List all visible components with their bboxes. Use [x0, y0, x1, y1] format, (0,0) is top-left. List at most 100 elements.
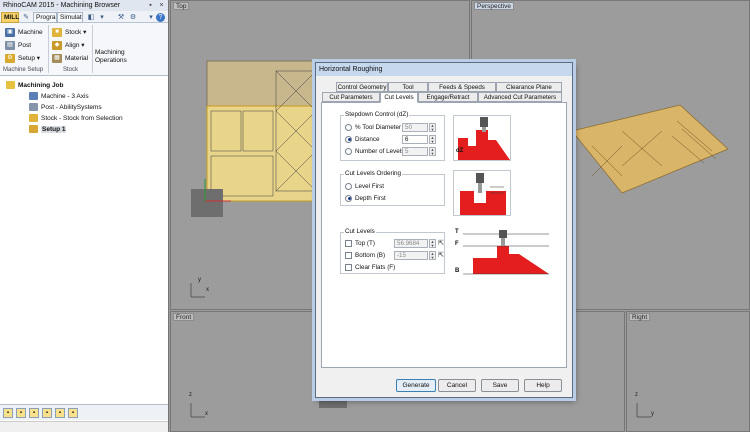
distance-field[interactable]: 6 — [402, 135, 428, 144]
top-spinner[interactable]: ▲ ▼ — [429, 239, 436, 248]
ribbon-divider — [92, 25, 93, 73]
tree-item-post[interactable]: Post - AbilitySystems — [29, 103, 102, 113]
ordering-depth-first-option[interactable]: Depth First — [345, 194, 386, 203]
tab-engage-retract[interactable]: Engage/Retract — [418, 92, 478, 102]
tab-program[interactable]: Program — [33, 12, 57, 23]
machine-icon: ▣ — [5, 28, 15, 37]
machining-operations-button[interactable]: Machining Operations — [95, 49, 127, 65]
tool-diameter-spinner[interactable]: ▲ ▼ — [429, 123, 436, 132]
radio-distance[interactable] — [345, 135, 352, 143]
stepdown-distance-option[interactable]: Distance — [345, 135, 380, 144]
post-icon — [29, 103, 38, 112]
group-stock: Stock — [63, 67, 79, 73]
machine-button[interactable]: ▣ Machine — [5, 27, 43, 38]
ribbon-divider — [48, 25, 49, 73]
tab-clearance-plane[interactable]: Clearance Plane — [496, 82, 562, 92]
machining-job-tree: Machining Job Machine - 3 Axis Post - Ab… — [0, 77, 168, 402]
toolbar-icon[interactable]: ▪ — [16, 408, 26, 418]
ordering-group-label: Cut Levels Ordering — [344, 170, 402, 177]
toolbar-icon[interactable]: ▪ — [55, 408, 65, 418]
option-label: Depth First — [355, 195, 386, 202]
ribbon: ▣ Machine ▤ Post ⚙ Setup ▾ ■ Stock ▾ ◆ A… — [0, 23, 168, 76]
bottom-checkbox-row[interactable]: Bottom (B) — [345, 251, 385, 260]
help-icon[interactable]: ? — [156, 13, 165, 22]
tree-root[interactable]: Machining Job — [6, 81, 64, 91]
number-of-levels-spinner[interactable]: ▲ ▼ — [429, 147, 436, 156]
tab-mill[interactable]: MILL — [1, 12, 19, 23]
dropdown-icon[interactable]: ▾ — [97, 13, 107, 22]
cut-levels-panel: Stepdown Control (dZ) % Tool Diameter 50… — [321, 102, 567, 368]
top-field[interactable]: 56.9684 — [394, 239, 428, 248]
ordering-level-first-option[interactable]: Level First — [345, 182, 384, 191]
layers-icon[interactable]: ◧ — [86, 13, 96, 22]
distance-spinner[interactable]: ▲ ▼ — [429, 135, 436, 144]
clear-flats-row[interactable]: Clear Flats (F) — [345, 263, 395, 272]
tool-library-icon[interactable]: ✎ — [21, 13, 31, 22]
checkbox-clear-flats[interactable] — [345, 263, 352, 271]
checkbox-bottom[interactable] — [345, 251, 352, 259]
browser-title-bar: RhinoCAM 2015 - Machining Browser ▪ × — [0, 0, 168, 11]
stepdown-tool-diameter-option[interactable]: % Tool Diameter — [345, 123, 401, 132]
tab-advanced-cut-parameters[interactable]: Advanced Cut Parameters — [478, 92, 562, 102]
stepdown-group-label: Stepdown Control (dZ) — [344, 111, 410, 118]
setup-button[interactable]: ⚙ Setup ▾ — [5, 53, 40, 64]
checkbox-label: Clear Flats (F) — [355, 264, 396, 271]
dropdown-arrow-icon[interactable]: ▾ — [146, 13, 156, 22]
align-button[interactable]: ◆ Align ▾ — [52, 40, 85, 51]
pick-top-icon[interactable]: ⇱ — [437, 239, 445, 248]
horizontal-scrollbar[interactable] — [0, 421, 168, 432]
toolbar-icon[interactable]: ▪ — [68, 408, 78, 418]
bottom-spinner[interactable]: ▲ ▼ — [429, 251, 436, 260]
tab-feeds-speeds[interactable]: Feeds & Speeds — [428, 82, 496, 92]
checkbox-top[interactable] — [345, 239, 352, 247]
radio-level-first[interactable] — [345, 182, 352, 190]
stepdown-illustration: dZ — [453, 115, 511, 161]
pin-icon[interactable]: ▪ — [146, 1, 155, 10]
material-button[interactable]: ▦ Material — [52, 53, 88, 64]
ordering-illustration — [453, 170, 511, 216]
save-button[interactable]: Save — [481, 379, 519, 392]
tree-item-stock[interactable]: Stock - Stock from Selection — [29, 114, 123, 124]
help-button[interactable]: Help — [524, 379, 562, 392]
close-icon[interactable]: × — [157, 1, 166, 10]
number-of-levels-field[interactable]: 5 — [402, 147, 428, 156]
folder-icon — [6, 81, 15, 90]
axis-label-y: y — [198, 277, 201, 283]
gear-icon[interactable]: ⚙ — [128, 13, 138, 22]
tree-item-machine[interactable]: Machine - 3 Axis — [29, 92, 89, 102]
axis-label-z: z — [189, 392, 192, 398]
tab-simulate[interactable]: Simulate — [57, 12, 83, 23]
tab-cut-levels[interactable]: Cut Levels — [380, 92, 418, 103]
cut-levels-illustration: T F B — [453, 228, 553, 276]
dz-label: dZ — [456, 148, 464, 154]
post-button[interactable]: ▤ Post — [5, 40, 31, 51]
cancel-button[interactable]: Cancel — [438, 379, 476, 392]
bottom-field[interactable]: -15 — [394, 251, 428, 260]
tab-control-geometry[interactable]: Control Geometry — [336, 82, 388, 92]
radio-number-of-levels[interactable] — [345, 147, 352, 155]
tree-item-setup[interactable]: Setup 1 — [29, 125, 67, 135]
generate-button[interactable]: Generate — [396, 379, 436, 392]
setup-label: Setup — [18, 55, 35, 62]
stock-button[interactable]: ■ Stock ▾ — [52, 27, 86, 38]
toolbar-icon[interactable]: ▪ — [3, 408, 13, 418]
tab-cut-parameters[interactable]: Cut Parameters — [322, 92, 380, 102]
option-label: % Tool Diameter — [355, 124, 402, 131]
machine-icon — [29, 92, 38, 101]
pick-bottom-icon[interactable]: ⇱ — [437, 251, 445, 260]
top-checkbox-row[interactable]: Top (T) — [345, 239, 375, 248]
tab-tool[interactable]: Tool — [388, 82, 428, 92]
toolbar-icon[interactable]: ▪ — [42, 408, 52, 418]
tree-item-label: Post - AbilitySystems — [41, 104, 102, 111]
toolbar-icon[interactable]: ▪ — [29, 408, 39, 418]
viewport-right[interactable]: Right z y — [626, 311, 750, 432]
radio-depth-first[interactable] — [345, 194, 352, 202]
tool-diameter-field[interactable]: 50 — [402, 123, 428, 132]
axis-label-x: x — [205, 411, 208, 417]
wrench-icon[interactable]: ⚒ — [116, 13, 126, 22]
post-label: Post — [18, 42, 32, 49]
stepdown-levels-option[interactable]: Number of Levels — [345, 147, 404, 156]
material-icon: ▦ — [52, 54, 62, 63]
radio-tool-diameter[interactable] — [345, 123, 352, 131]
setup-icon — [29, 125, 38, 134]
